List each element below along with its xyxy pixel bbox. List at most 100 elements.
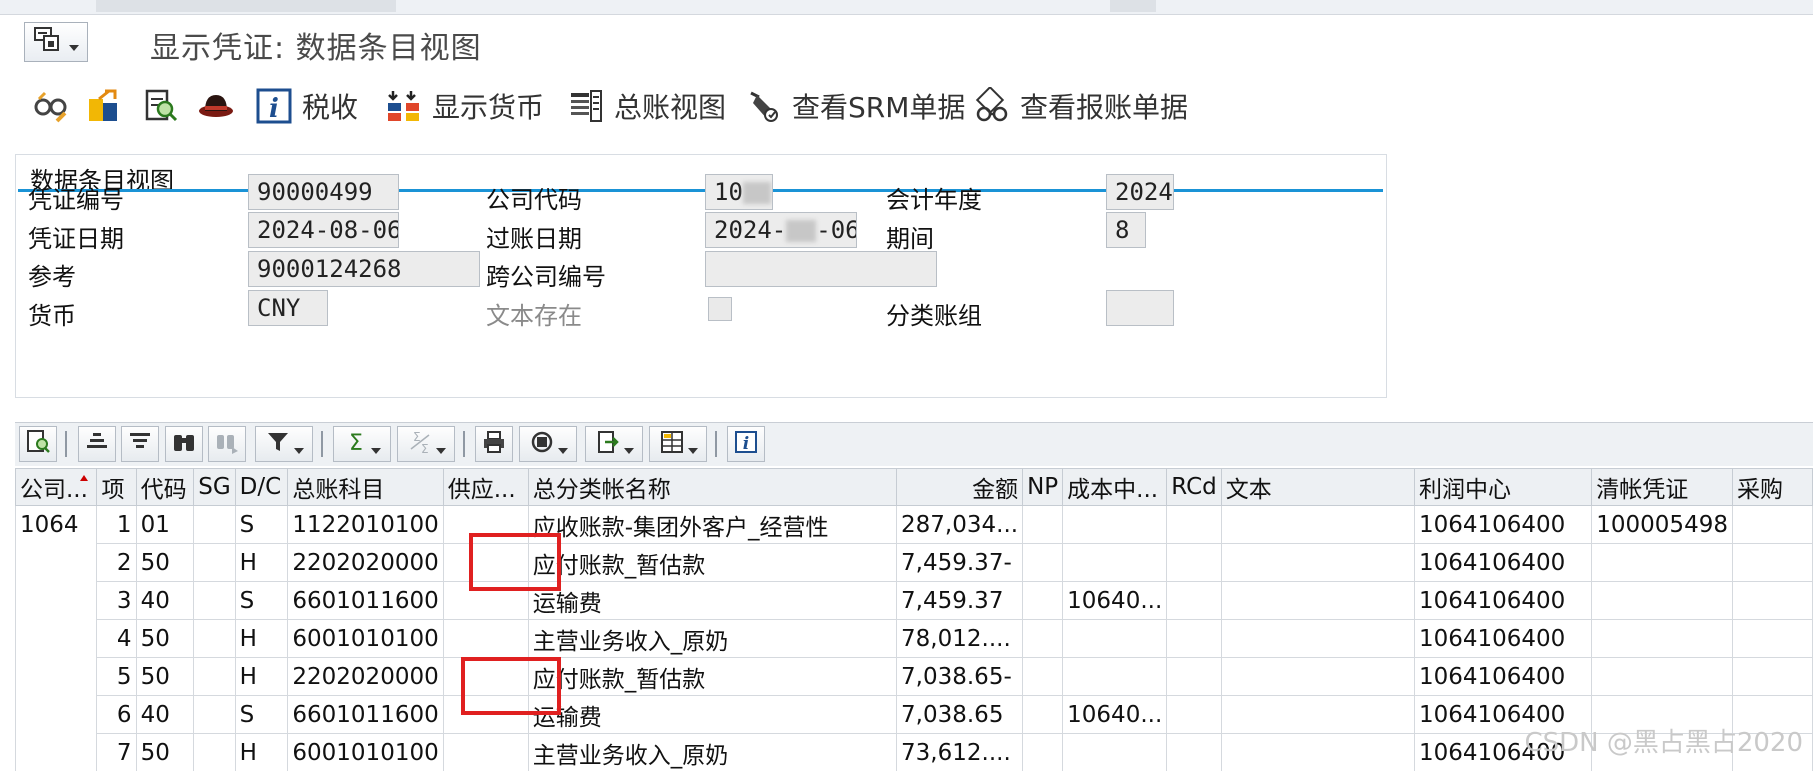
cell-rcd[interactable]	[1166, 543, 1222, 582]
cell-gl[interactable]: 6601011600	[287, 581, 444, 620]
cell-text[interactable]	[1220, 505, 1415, 544]
views-button[interactable]	[519, 426, 577, 462]
company-cell[interactable]: 1064	[15, 505, 98, 544]
sort-descending-button[interactable]	[121, 426, 159, 462]
cell-cost-center[interactable]	[1062, 505, 1168, 544]
cell-clearing-doc[interactable]	[1591, 657, 1733, 696]
cell-code[interactable]: 40	[135, 581, 195, 620]
cell-clearing-doc[interactable]	[1591, 543, 1733, 582]
cell-code[interactable]: 40	[135, 695, 195, 734]
cell-np[interactable]	[1022, 695, 1064, 734]
cell-profit-center[interactable]: 1064106400	[1413, 581, 1593, 620]
cell-code[interactable]: 50	[135, 733, 195, 771]
cell-gl[interactable]: 1122010100	[287, 505, 444, 544]
tax-button[interactable]: i 税收	[254, 84, 358, 128]
cell-gl[interactable]: 6601011600	[287, 695, 444, 734]
cell-rcd[interactable]	[1166, 505, 1222, 544]
cell-text[interactable]	[1220, 657, 1415, 696]
cell-purchasing[interactable]	[1731, 543, 1813, 582]
company-cell[interactable]	[15, 733, 98, 771]
export-document-button[interactable]	[84, 84, 124, 128]
view-srm-button[interactable]: 查看SRM单据	[744, 84, 965, 128]
cell-dc[interactable]: S	[234, 581, 289, 620]
cell-purchasing[interactable]	[1731, 619, 1813, 658]
cell-purchasing[interactable]	[1731, 581, 1813, 620]
export-button[interactable]	[585, 426, 643, 462]
cell-item[interactable]: 1	[96, 505, 137, 544]
doc-no-field[interactable]: 90000499	[248, 174, 399, 210]
cell-code[interactable]: 50	[135, 657, 195, 696]
column-header[interactable]: D/C	[234, 468, 289, 506]
cell-cost-center[interactable]: 10640...	[1062, 695, 1168, 734]
subtotal-button[interactable]: ΣΣ	[397, 426, 455, 462]
cell-amount[interactable]: 7,038.65-	[896, 657, 1024, 696]
table-row[interactable]: 1064 1 01 S 1122010100 应收账款-集团外客户_经营性 287,034.…	[15, 505, 1813, 544]
cell-cost-center[interactable]	[1062, 543, 1168, 582]
doc-date-field[interactable]: 2024-08-06	[248, 212, 399, 248]
company-cell[interactable]	[15, 695, 98, 734]
cell-item[interactable]: 3	[96, 581, 137, 620]
total-button[interactable]: Σ	[333, 426, 391, 462]
layout-button[interactable]	[649, 426, 707, 462]
cell-cost-center[interactable]	[1062, 619, 1168, 658]
currency-field[interactable]: CNY	[248, 290, 328, 326]
cell-np[interactable]	[1022, 581, 1064, 620]
cell-dc[interactable]: S	[234, 695, 289, 734]
column-header[interactable]: 清帐凭证	[1591, 468, 1733, 506]
cell-sg[interactable]	[193, 657, 236, 696]
period-field[interactable]: 8	[1106, 212, 1146, 248]
cell-amount[interactable]: 7,038.65	[896, 695, 1024, 734]
cell-gl[interactable]: 6001010100	[287, 619, 444, 658]
column-header[interactable]: 公司...	[15, 468, 98, 506]
cell-profit-center[interactable]: 1064106400	[1413, 657, 1593, 696]
posting-date-field[interactable]: 2024- -06	[705, 212, 857, 248]
cell-sg[interactable]	[193, 619, 236, 658]
cell-rcd[interactable]	[1166, 657, 1222, 696]
cell-purchasing[interactable]	[1731, 657, 1813, 696]
command-menu-button[interactable]	[24, 22, 88, 62]
cell-dc[interactable]: S	[234, 505, 289, 544]
gl-view-button[interactable]: 总账视图	[566, 84, 726, 128]
cell-amount[interactable]: 73,612....	[896, 733, 1024, 771]
sort-ascending-button[interactable]	[78, 426, 116, 462]
cell-dc[interactable]: H	[234, 733, 289, 771]
cell-item[interactable]: 2	[96, 543, 137, 582]
cell-profit-center[interactable]: 1064106400	[1413, 619, 1593, 658]
other-document-button[interactable]	[30, 84, 70, 128]
column-header[interactable]: 文本	[1220, 468, 1415, 506]
view-expense-button[interactable]: 查看报账单据	[972, 84, 1188, 128]
cell-gl-name[interactable]: 应付账款_暂估款	[527, 543, 898, 582]
cell-rcd[interactable]	[1166, 733, 1222, 771]
cell-text[interactable]	[1220, 733, 1415, 771]
cell-np[interactable]	[1022, 505, 1064, 544]
cell-np[interactable]	[1022, 619, 1064, 658]
table-row[interactable]: 3 40 S 6601011600 运输费 7,459.37 10640... 1064106…	[15, 581, 1813, 620]
filter-button[interactable]	[255, 426, 313, 462]
cell-gl-name[interactable]: 运输费	[527, 581, 898, 620]
cell-rcd[interactable]	[1166, 695, 1222, 734]
fiscal-year-field[interactable]: 2024	[1106, 174, 1174, 210]
cell-amount[interactable]: 78,012....	[896, 619, 1024, 658]
cell-item[interactable]: 6	[96, 695, 137, 734]
hat-button[interactable]	[196, 84, 236, 128]
company-cell[interactable]	[15, 657, 98, 696]
cell-clearing-doc[interactable]	[1591, 581, 1733, 620]
cell-gl-name[interactable]: 主营业务收入_原奶	[527, 733, 898, 771]
cell-sg[interactable]	[193, 733, 236, 771]
company-cell[interactable]	[15, 581, 98, 620]
cell-text[interactable]	[1220, 695, 1415, 734]
alv-details-button[interactable]	[19, 426, 57, 462]
column-header[interactable]: 供应...	[442, 468, 529, 506]
cell-np[interactable]	[1022, 657, 1064, 696]
cell-text[interactable]	[1220, 619, 1415, 658]
company-code-field[interactable]: 10	[705, 174, 773, 210]
cell-sg[interactable]	[193, 695, 236, 734]
cell-gl[interactable]: 2202020000	[287, 543, 444, 582]
print-button[interactable]	[475, 426, 513, 462]
cell-gl-name[interactable]: 运输费	[527, 695, 898, 734]
cell-cost-center[interactable]	[1062, 733, 1168, 771]
column-header[interactable]: 总账科目	[287, 468, 444, 506]
column-header[interactable]: 总分类帐名称	[527, 468, 898, 506]
cross-company-field[interactable]	[705, 251, 937, 287]
show-currency-button[interactable]: 显示货币	[384, 84, 544, 128]
